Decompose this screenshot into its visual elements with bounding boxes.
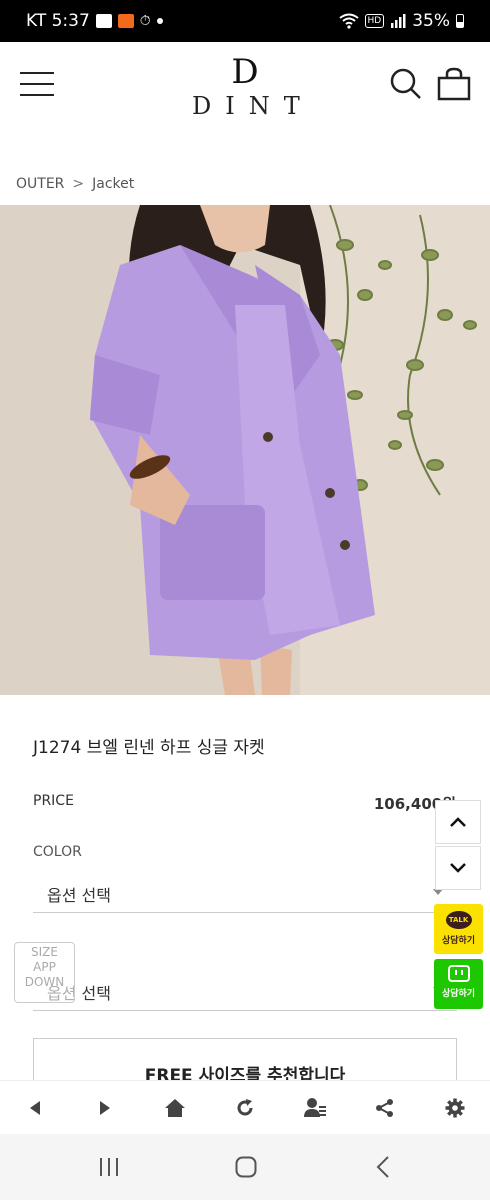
status-bar: KT 5:37 ⏱ HD 35% (0, 0, 490, 42)
settings-button[interactable] (435, 1088, 475, 1128)
more-notifications-icon (156, 18, 163, 24)
share-button[interactable] (365, 1088, 405, 1128)
brand-logo[interactable]: D DINT (180, 54, 310, 120)
account-button[interactable] (295, 1088, 335, 1128)
chevron-left-icon (376, 1156, 389, 1178)
battery-percent: 35% (412, 11, 450, 31)
color-select[interactable]: 옵션 선택 (33, 875, 457, 913)
home-button[interactable] (155, 1088, 195, 1128)
logo-mark: D (231, 52, 259, 92)
gallery-icon (95, 14, 112, 28)
size-app-line1: SIZE (31, 945, 58, 959)
carrier-time: KT 5:37 (26, 11, 90, 31)
refresh-icon (237, 1099, 253, 1116)
app-notification-icon (117, 14, 134, 28)
refresh-button[interactable] (225, 1088, 265, 1128)
naver-consult-label: 상담하기 (441, 989, 476, 999)
product-image[interactable] (0, 205, 490, 695)
breadcrumb-outer[interactable]: OUTER (16, 176, 64, 192)
timer-icon: ⏱ (139, 13, 151, 29)
product-photo (0, 205, 490, 695)
size-app-download-button[interactable]: SIZE APP DOWN (14, 942, 75, 1003)
chevron-up-icon (450, 817, 466, 827)
size-select[interactable]: 옵션 선택 (33, 973, 457, 1011)
breadcrumb: OUTER > Jacket (16, 176, 134, 192)
hd-voice-icon: HD (364, 14, 385, 28)
triangle-left-icon (30, 1101, 40, 1115)
menu-icon-line (20, 83, 54, 85)
triangle-right-icon (100, 1101, 110, 1115)
back-button[interactable] (15, 1088, 55, 1128)
breadcrumb-jacket[interactable]: Jacket (92, 176, 134, 192)
recent-apps-button[interactable] (94, 1154, 124, 1180)
size-app-line3: DOWN (24, 975, 65, 989)
status-right: HD 35% (338, 11, 464, 31)
cart-button[interactable] (436, 66, 472, 102)
kakao-consult-label: 상담하기 (441, 936, 476, 946)
share-icon (376, 1099, 393, 1117)
price-label: PRICE (33, 793, 74, 809)
forward-button[interactable] (85, 1088, 125, 1128)
scroll-top-button[interactable] (435, 800, 481, 844)
signal-icon (391, 14, 406, 28)
gear-icon (445, 1098, 465, 1118)
menu-icon (20, 72, 54, 74)
home-nav-button[interactable] (231, 1154, 261, 1180)
logo-text: DINT (192, 92, 314, 120)
kakao-talk-icon: TALK (445, 911, 472, 929)
shopping-bag-icon (437, 67, 471, 101)
naver-talk-consult-button[interactable]: 상담하기 (434, 959, 483, 1009)
site-header: D DINT (0, 42, 490, 137)
product-name: J1274 브엘 린넨 하프 싱글 자켓 (33, 738, 265, 758)
system-navigation-bar (0, 1134, 490, 1200)
recent-apps-icon (100, 1158, 118, 1176)
chat-bubble-icon (447, 965, 470, 982)
size-app-line2: APP (33, 960, 56, 974)
search-icon (390, 68, 421, 99)
wifi-icon (338, 13, 359, 29)
color-label: COLOR (33, 844, 82, 860)
status-left: KT 5:37 ⏱ (26, 11, 163, 31)
battery-icon (456, 14, 464, 28)
scroll-bottom-button[interactable] (435, 846, 481, 890)
home-circle-icon (235, 1156, 257, 1178)
color-select-value: 옵션 선택 (47, 885, 111, 905)
menu-button[interactable] (20, 72, 54, 100)
chevron-down-icon (450, 863, 466, 873)
user-card-icon (304, 1098, 326, 1117)
breadcrumb-separator: > (72, 176, 85, 192)
back-nav-button[interactable] (368, 1154, 398, 1180)
home-icon (165, 1099, 185, 1117)
browser-toolbar (0, 1080, 490, 1135)
menu-icon-line (20, 94, 54, 96)
kakao-talk-consult-button[interactable]: TALK 상담하기 (434, 904, 483, 954)
search-button[interactable] (388, 66, 424, 102)
